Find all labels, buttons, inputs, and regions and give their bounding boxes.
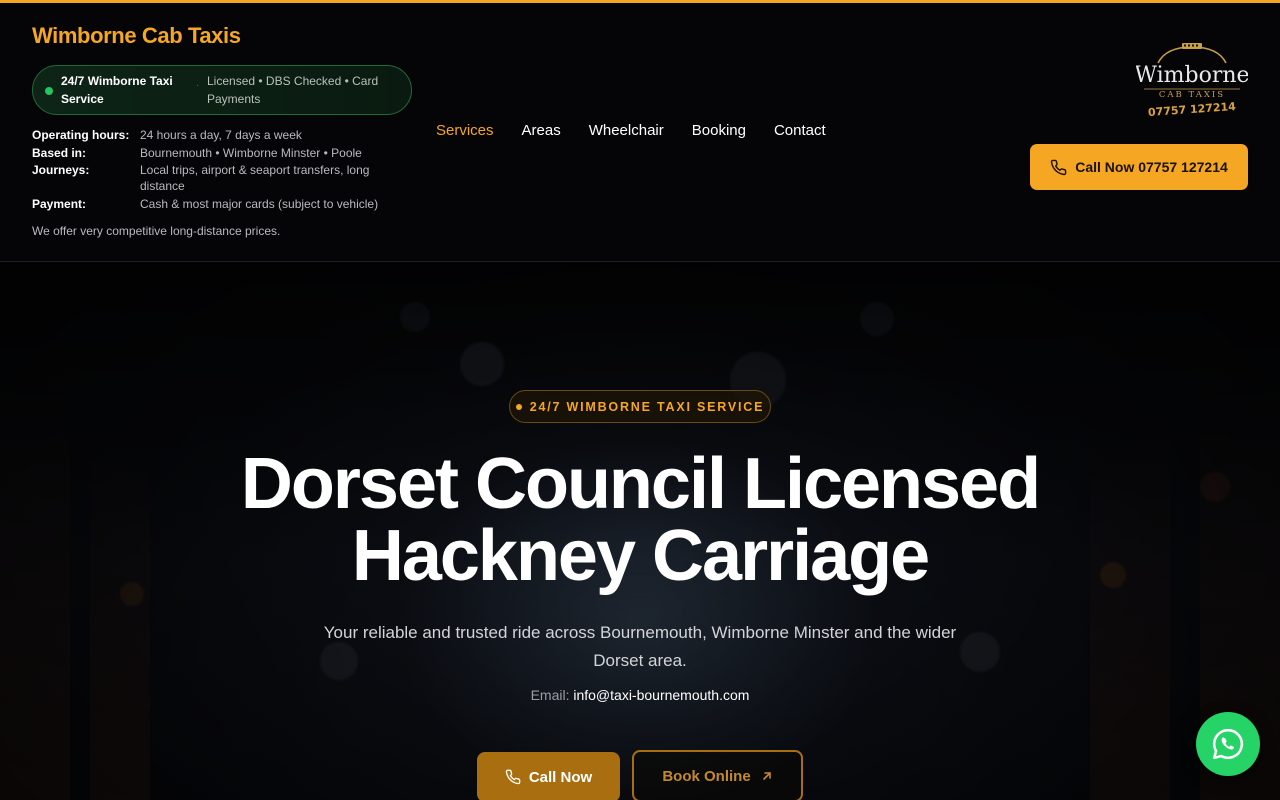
main-nav: Services Areas Wheelchair Booking Contac… (436, 122, 826, 139)
info-value: Local trips, airport & seaport transfers… (140, 163, 370, 193)
hero-badge-label: 24/7 WIMBORNE TAXI SERVICE (529, 399, 765, 414)
status-pill-subtitle: Licensed • DBS Checked • Card Payments (207, 74, 379, 106)
info-value: 24 hours a day, 7 days a week (140, 128, 302, 142)
nav-item-wheelchair[interactable]: Wheelchair (589, 122, 664, 139)
hero-title: Dorset Council Licensed Hackney Carriage (140, 448, 1140, 592)
info-row-journeys: Journeys: Local trips, airport & seaport… (32, 162, 412, 194)
nav-item-contact[interactable]: Contact (774, 122, 826, 139)
status-pill-title: 24/7 Wimborne Taxi Service (61, 74, 173, 106)
whatsapp-button[interactable] (1196, 712, 1260, 776)
info-row-based: Based in: Bournemouth • Wimborne Minster… (32, 145, 412, 161)
info-key: Payment: (32, 197, 87, 211)
arrow-up-right-icon (762, 772, 771, 780)
nav-item-areas[interactable]: Areas (522, 122, 561, 139)
book-online-button[interactable]: Book Online (632, 750, 803, 800)
info-key: Based in: (32, 145, 87, 160)
nav-item-booking[interactable]: Booking (692, 122, 746, 139)
hero-title-line: Dorset Council Licensed (240, 444, 1041, 524)
hero-call-button[interactable]: Call Now (477, 752, 620, 800)
info-row-payment: Payment: Cash & most major cards (subjec… (32, 196, 412, 212)
hero-title-line: Hackney Carriage (351, 516, 930, 596)
info-value: Bournemouth • Wimborne Minster • Poole (140, 145, 362, 160)
whatsapp-icon (1212, 728, 1244, 760)
book-online-label: Book Online (662, 767, 751, 785)
brand-name[interactable]: Wimborne Cab Taxis (32, 23, 241, 49)
info-row-hours: Operating hours: 24 hours a day, 7 days … (32, 127, 412, 143)
nav-item-services[interactable]: Services (436, 122, 494, 139)
hero-subtitle: Your reliable and trusted ride across Bo… (323, 623, 957, 670)
phone-icon (505, 769, 521, 785)
status-pill: 24/7 Wimborne Taxi Service · Licensed • … (32, 65, 412, 115)
phone-icon (1050, 159, 1067, 175)
company-logo[interactable]: Wimborne CAB TAXIS 07757 127214 (1136, 41, 1248, 121)
hero-email: Email: info@taxi-bournemouth.com (0, 687, 1280, 703)
hero-badge: 24/7 WIMBORNE TAXI SERVICE (509, 390, 771, 423)
header-call-button[interactable]: Call Now 07757 127214 (1030, 144, 1248, 190)
svg-text:07757 127214: 07757 127214 (1148, 100, 1237, 119)
badge-dot (515, 403, 522, 410)
status-dot (45, 87, 53, 95)
info-value: Cash & most major cards (subject to vehi… (140, 197, 379, 211)
info-key: Journeys: (32, 163, 90, 177)
email-link[interactable]: info@taxi-bournemouth.com (573, 687, 749, 703)
status-pill-separator: · (196, 80, 200, 91)
info-key: Operating hours: (32, 128, 130, 142)
info-note: We offer very competitive long-distance … (32, 224, 281, 238)
business-info: Operating hours: 24 hours a day, 7 days … (32, 127, 412, 214)
svg-text:Wimborne: Wimborne (1136, 63, 1248, 88)
email-label: Email: (530, 687, 570, 703)
hero-call-label: Call Now (528, 768, 593, 786)
site-header: Wimborne Cab Taxis 24/7 Wimborne Taxi Se… (0, 3, 1280, 262)
header-call-label: Call Now 07757 127214 (1075, 159, 1228, 175)
hero-section: 24/7 WIMBORNE TAXI SERVICE Dorset Counci… (0, 262, 1280, 800)
svg-text:CAB TAXIS: CAB TAXIS (1159, 90, 1225, 100)
